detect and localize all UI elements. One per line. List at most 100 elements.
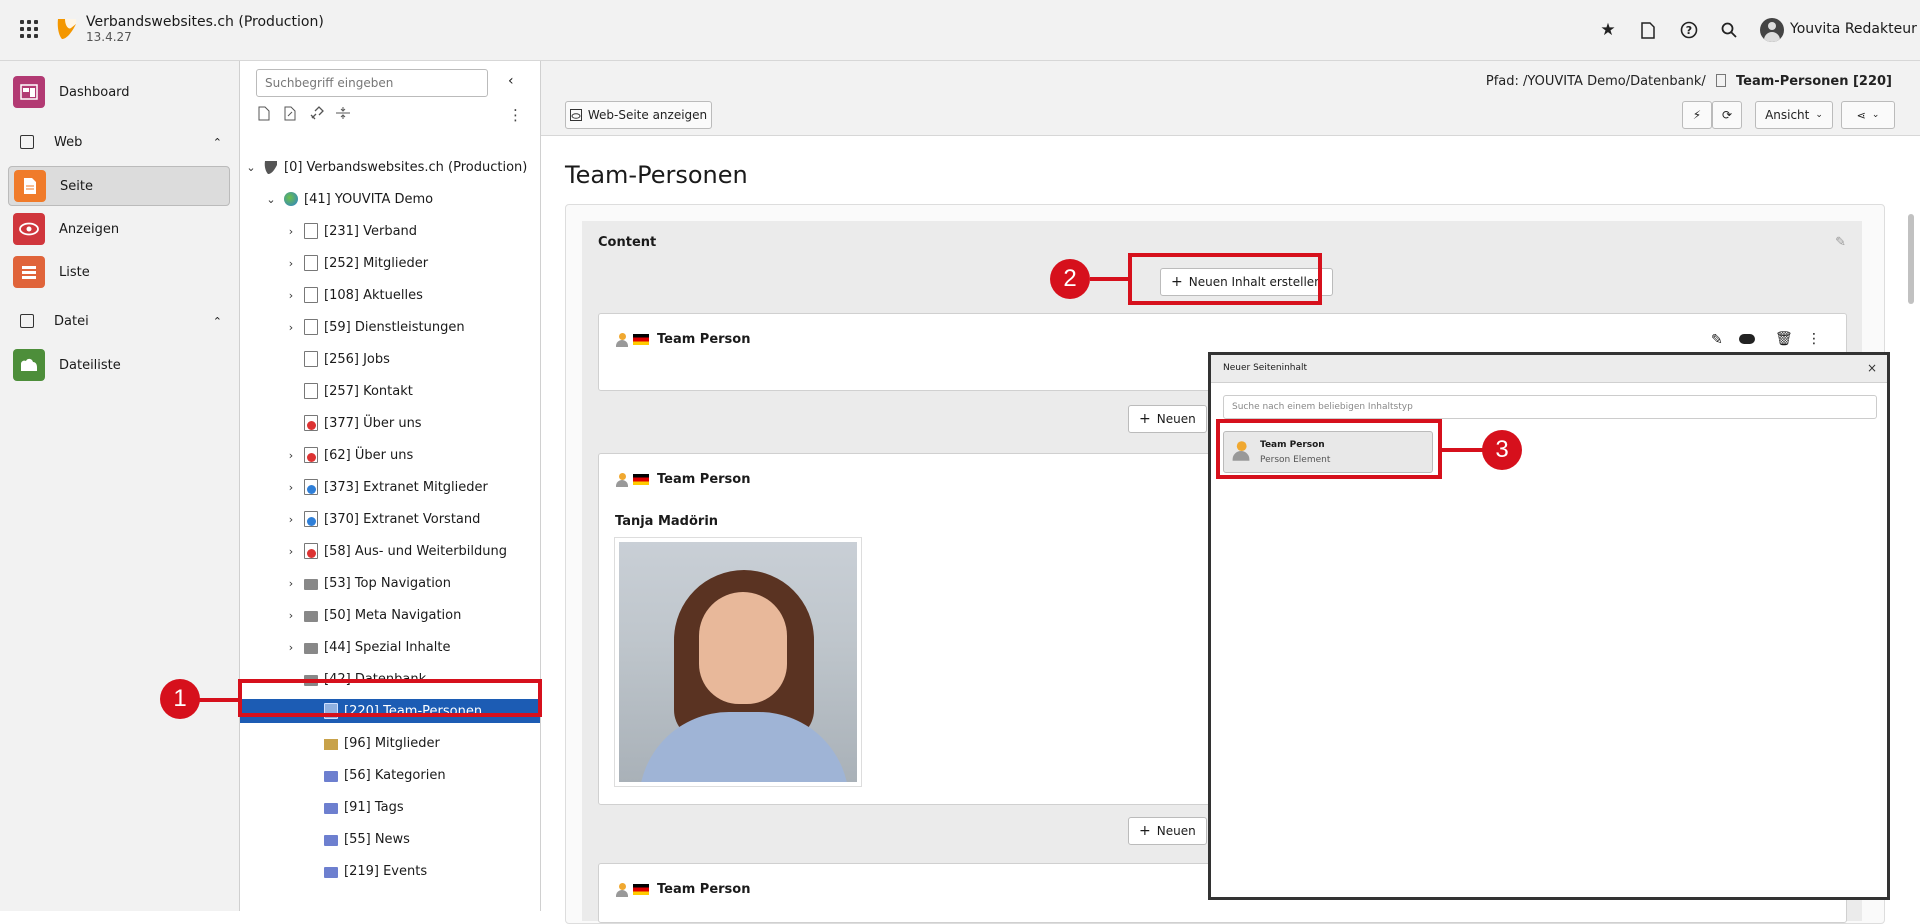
- module-label: Dateiliste: [59, 357, 121, 373]
- ansicht-label: Ansicht: [1765, 108, 1810, 122]
- collapse-tree-icon[interactable]: ‹: [508, 73, 514, 89]
- chevron-right-icon[interactable]: ›: [284, 225, 298, 238]
- page-icon: [304, 287, 318, 303]
- web-group-icon: [20, 135, 34, 149]
- new-shortcut-icon[interactable]: [284, 106, 296, 125]
- edit-pencil-icon[interactable]: ✎: [1711, 332, 1723, 348]
- tree-node[interactable]: [256] Jobs: [284, 347, 390, 371]
- german-flag-icon: [633, 334, 649, 345]
- module-seite[interactable]: Seite: [8, 166, 230, 206]
- share-dropdown[interactable]: ⋖ ⌄: [1841, 101, 1895, 129]
- search-icon[interactable]: [1717, 18, 1741, 42]
- tree-node-label: [370] Extranet Vorstand: [324, 511, 481, 527]
- eye-icon: [13, 213, 45, 245]
- page-title: Team-Personen: [565, 161, 748, 189]
- chevron-right-icon[interactable]: ›: [284, 577, 298, 590]
- chevron-right-icon[interactable]: ›: [284, 545, 298, 558]
- page-icon[interactable]: [1636, 18, 1660, 42]
- tree-node[interactable]: › [108] Aktuelles: [284, 283, 570, 307]
- tree-node[interactable]: [55] News: [304, 827, 410, 851]
- separator-icon[interactable]: [336, 106, 350, 124]
- tree-node[interactable]: › [370] Extranet Vorstand: [284, 507, 480, 531]
- tree-node[interactable]: [257] Kontakt: [284, 379, 413, 403]
- module-label: Liste: [59, 264, 90, 280]
- apps-grid-icon[interactable]: [20, 20, 38, 38]
- tree-node[interactable]: › [50] Meta Navigation: [284, 603, 462, 627]
- edit-column-icon[interactable]: ✎: [1835, 235, 1846, 250]
- modal-search-input[interactable]: Suche nach einem beliebigen Inhaltstyp: [1223, 395, 1877, 419]
- chevron-down-icon[interactable]: ⌄: [244, 161, 258, 174]
- folder-icon: [324, 834, 338, 846]
- chevron-down-icon[interactable]: ⌄: [264, 193, 278, 206]
- tree-node[interactable]: › [44] Spezial Inhalte: [284, 635, 451, 659]
- tree-node[interactable]: [219] Events: [304, 859, 427, 883]
- help-icon[interactable]: ?: [1677, 18, 1701, 42]
- user-name[interactable]: Youvita Redakteur: [1790, 21, 1917, 37]
- typo3-logo-icon: [57, 19, 76, 39]
- new-content-button[interactable]: + Neuen: [1128, 817, 1207, 845]
- restricted-page-icon: [304, 415, 318, 431]
- breadcrumb: Pfad: /YOUVITA Demo/Datenbank/ Team-Pers…: [1486, 74, 1892, 89]
- photo-shirt: [639, 712, 849, 782]
- tree-node[interactable]: [56] Kategorien: [304, 763, 446, 787]
- module-liste[interactable]: Liste: [8, 252, 230, 292]
- tree-search-input[interactable]: Suchbegriff eingeben: [256, 69, 488, 97]
- filelist-icon: [13, 349, 45, 381]
- path-page[interactable]: Team-Personen [220]: [1736, 74, 1892, 89]
- tree-node[interactable]: › [62] Über uns: [284, 443, 413, 467]
- scrollbar-thumb[interactable]: [1908, 214, 1914, 304]
- tree-node[interactable]: › [373] Extranet Mitglieder: [284, 475, 488, 499]
- new-content-button[interactable]: + Neuen: [1128, 405, 1207, 433]
- view-webpage-button[interactable]: Web-Seite anzeigen: [565, 101, 712, 129]
- link-icon[interactable]: [310, 106, 324, 124]
- tree-node-label: [58] Aus- und Weiterbildung: [324, 543, 508, 559]
- new-page-icon[interactable]: [258, 106, 270, 125]
- chevron-right-icon[interactable]: ›: [284, 257, 298, 270]
- chevron-right-icon[interactable]: ›: [284, 641, 298, 654]
- step-marker-2: 2: [1050, 259, 1090, 299]
- chevron-right-icon[interactable]: ›: [284, 481, 298, 494]
- chevron-right-icon[interactable]: ›: [284, 449, 298, 462]
- page-module-icon: [14, 170, 46, 202]
- chevron-down-icon: ⌄: [1871, 110, 1880, 120]
- module-dashboard[interactable]: Dashboard: [8, 72, 230, 112]
- tree-node[interactable]: [91] Tags: [304, 795, 404, 819]
- tree-node-label: [53] Top Navigation: [324, 575, 452, 591]
- chevron-right-icon[interactable]: ›: [284, 513, 298, 526]
- module-dateiliste[interactable]: Dateiliste: [8, 345, 230, 385]
- new-content-label: Neuen: [1156, 824, 1196, 838]
- image-group-icon: [20, 314, 34, 328]
- page-icon: [304, 223, 318, 239]
- trash-icon[interactable]: 🗑: [1775, 331, 1793, 347]
- tree-node[interactable]: [96] Mitglieder: [304, 731, 440, 755]
- module-group-web[interactable]: Web ⌃: [20, 131, 230, 153]
- clear-cache-button[interactable]: ⚡: [1682, 101, 1712, 129]
- bookmark-icon[interactable]: ★: [1596, 18, 1620, 42]
- module-group-datei[interactable]: Datei ⌃: [20, 310, 230, 332]
- ansicht-dropdown[interactable]: Ansicht ⌄: [1755, 101, 1833, 129]
- chevron-right-icon[interactable]: ›: [284, 321, 298, 334]
- tree-node[interactable]: › [58] Aus- und Weiterbildung: [284, 539, 507, 563]
- tree-node[interactable]: › [252] Mitglieder: [284, 251, 428, 275]
- reload-button[interactable]: ⟳: [1712, 101, 1742, 129]
- page-icon: [304, 255, 318, 271]
- more-vertical-icon[interactable]: ⋮: [508, 106, 523, 124]
- tree-node[interactable]: › [231] Verband: [284, 219, 417, 243]
- chevron-right-icon[interactable]: ›: [284, 289, 298, 302]
- scrollbar[interactable]: [1907, 204, 1915, 904]
- step-marker-1: 1: [160, 679, 200, 719]
- chevron-right-icon[interactable]: ›: [284, 609, 298, 622]
- tree-node[interactable]: [377] Über uns: [284, 411, 422, 435]
- tree-node-label: [231] Verband: [324, 223, 418, 239]
- close-icon[interactable]: ×: [1867, 361, 1877, 375]
- tree-node[interactable]: › [59] Dienstleistungen: [284, 315, 465, 339]
- module-anzeigen[interactable]: Anzeigen: [8, 209, 230, 249]
- lightning-icon: ⚡: [1692, 108, 1702, 122]
- folder-icon: [324, 770, 338, 782]
- tree-node[interactable]: › [53] Top Navigation: [284, 571, 451, 595]
- tree-node[interactable]: ⌄ [41] YOUVITA Demo: [264, 187, 433, 211]
- toggle-icon[interactable]: [1739, 334, 1755, 344]
- more-vertical-icon[interactable]: ⋮: [1807, 331, 1821, 347]
- tree-node[interactable]: ⌄ [0] Verbandswebsites.ch (Production): [244, 155, 527, 179]
- user-avatar-icon[interactable]: [1760, 18, 1784, 42]
